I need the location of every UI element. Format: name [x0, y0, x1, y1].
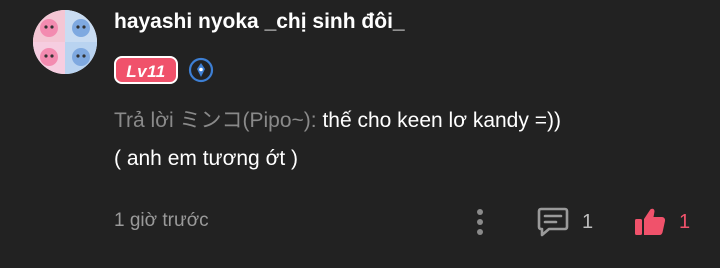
comment-icon — [537, 207, 569, 237]
timestamp: 1 giờ trước — [114, 210, 209, 231]
comment-item: hayashi nyoka _chị sinh đôi_ Lv11 Trả lờ… — [0, 0, 720, 268]
avatar[interactable] — [33, 10, 97, 74]
comment-text-line2: ( anh em tương ớt ) — [114, 147, 298, 170]
username[interactable]: hayashi nyoka _chị sinh đôi_ — [114, 10, 405, 34]
comment-text: Trả lời ミンコ(Pipo~): thế cho keen lơ kand… — [114, 102, 704, 178]
thumbs-up-icon — [635, 208, 666, 235]
verified-badge-icon — [188, 57, 214, 83]
more-vertical-icon — [477, 209, 483, 235]
avatar-image — [33, 10, 97, 74]
like-button[interactable]: 1 — [633, 204, 690, 240]
level-badge: Lv11 — [114, 56, 178, 84]
like-count: 1 — [679, 210, 691, 233]
reply-prefix[interactable]: Trả lời ミンコ(Pipo~): — [114, 109, 317, 132]
reply-button[interactable]: 1 — [536, 204, 593, 240]
more-options-button[interactable] — [466, 204, 494, 240]
comment-text-line1: thế cho keen lơ kandy =)) — [322, 109, 561, 132]
reply-count: 1 — [582, 210, 594, 233]
